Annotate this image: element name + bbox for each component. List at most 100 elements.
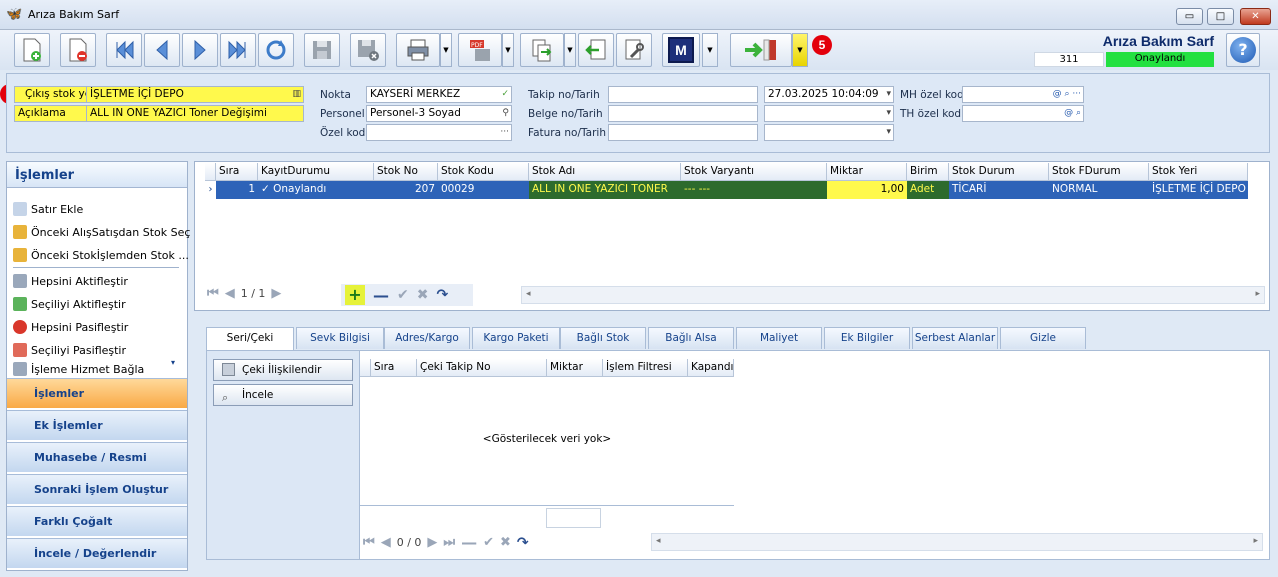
col-kapandi[interactable]: Kapandı bbox=[688, 359, 734, 377]
incele-button[interactable]: ⌕ İncele bbox=[213, 384, 353, 406]
col-stok-kodu[interactable]: Stok Kodu bbox=[438, 163, 529, 181]
cancel-x-icon[interactable]: ✖ bbox=[417, 287, 429, 303]
tab-seri-ceki[interactable]: Seri/Çeki bbox=[206, 327, 294, 351]
nav-ek-islemler[interactable]: Ek İşlemler bbox=[7, 410, 187, 440]
confirm-check-icon[interactable]: ✔ bbox=[483, 535, 494, 550]
delete-document-button[interactable] bbox=[60, 33, 96, 67]
first-page-icon[interactable]: ⏮ bbox=[207, 286, 219, 301]
scroll-left-icon[interactable]: ◂ bbox=[656, 536, 661, 546]
col-stok-durum[interactable]: Stok Durum bbox=[949, 163, 1049, 181]
scroll-right-icon[interactable]: ▸ bbox=[1253, 536, 1258, 546]
pdf-dropdown[interactable]: ▼ bbox=[502, 33, 514, 67]
fatura-tarih-field[interactable]: ▾ bbox=[764, 124, 894, 141]
at-search-icon[interactable]: @ ⌕ ··· bbox=[1053, 87, 1081, 102]
nav-muhasebe[interactable]: Muhasebe / Resmi İşlemler bbox=[7, 442, 187, 494]
previous-record-button[interactable] bbox=[144, 33, 180, 67]
m-dropdown[interactable]: ▼ bbox=[702, 33, 718, 67]
minimize-button[interactable]: ▭ bbox=[1176, 8, 1203, 25]
exit-dropdown[interactable]: ▼ bbox=[792, 33, 808, 67]
chevron-down-icon[interactable]: ▾ bbox=[886, 125, 891, 140]
last-record-button[interactable] bbox=[220, 33, 256, 67]
personel-field[interactable]: Personel-3 Soyad ⚲ bbox=[366, 105, 512, 122]
col-kayit-durumu[interactable]: KayıtDurumu bbox=[258, 163, 374, 181]
cikis-stok-yeri-field[interactable]: İŞLETME İÇİ DEPO ▥ bbox=[86, 86, 304, 103]
ceki-iliskilendir-button[interactable]: Çeki İlişkilendir bbox=[213, 359, 353, 381]
action-add-row[interactable]: Satır Ekle bbox=[13, 199, 83, 219]
new-document-button[interactable] bbox=[14, 33, 50, 67]
expand-chevron-icon[interactable]: ▾ bbox=[171, 358, 175, 367]
undo-icon[interactable]: ↷ bbox=[436, 287, 448, 303]
m-module-button[interactable]: M bbox=[662, 33, 700, 67]
first-record-button[interactable] bbox=[106, 33, 142, 67]
action-link-service[interactable]: İşleme Hizmet Bağla bbox=[13, 362, 144, 376]
tab-adres-kargo[interactable]: Adres/Kargo bbox=[384, 327, 470, 349]
exit-button[interactable] bbox=[730, 33, 792, 67]
nav-islemler[interactable]: İşlemler bbox=[7, 378, 187, 408]
tab-serbest-alanlar[interactable]: Serbest Alanlar bbox=[912, 327, 998, 349]
refresh-button[interactable] bbox=[258, 33, 294, 67]
aciklama-field[interactable]: ALL IN ONE YAZICI Toner Değişimi bbox=[86, 105, 304, 122]
cell-miktar[interactable]: 1,00 bbox=[827, 181, 907, 199]
help-button[interactable]: ? bbox=[1226, 33, 1260, 67]
horizontal-scrollbar[interactable]: ◂ ▸ bbox=[521, 286, 1265, 304]
undo-icon[interactable]: ↷ bbox=[517, 535, 529, 551]
action-select-from-sales[interactable]: Önceki AlışSatışdan Stok Seç bbox=[13, 222, 190, 242]
save-button[interactable] bbox=[304, 33, 340, 67]
col-birim[interactable]: Birim bbox=[907, 163, 949, 181]
remove-row-icon[interactable]: — bbox=[373, 286, 389, 305]
col-stok-adi[interactable]: Stok Adı bbox=[529, 163, 681, 181]
nav-incele[interactable]: İncele / Değerlendir bbox=[7, 538, 187, 568]
ellipsis-icon[interactable]: ··· bbox=[500, 125, 509, 140]
tab-bagli-alsa[interactable]: Bağlı Alsa bbox=[648, 327, 734, 349]
chevron-down-icon[interactable]: ▾ bbox=[886, 87, 891, 102]
col-ceki-takip-no[interactable]: Çeki Takip No bbox=[417, 359, 547, 377]
print-button[interactable] bbox=[396, 33, 440, 67]
nav-farkli-cogalt[interactable]: Farklı Çoğalt bbox=[7, 506, 187, 536]
col-sira[interactable]: Sıra bbox=[216, 163, 258, 181]
th-ozel-kod-field[interactable]: @ ⌕ bbox=[962, 105, 1084, 122]
mh-ozel-kod-field[interactable]: @ ⌕ ··· bbox=[962, 86, 1084, 103]
col-miktar[interactable]: Miktar bbox=[827, 163, 907, 181]
close-button[interactable]: ✕ bbox=[1240, 8, 1271, 25]
maximize-button[interactable]: □ bbox=[1207, 8, 1234, 25]
prev-page-icon[interactable]: ◀ bbox=[225, 286, 235, 301]
takip-tarih-field[interactable]: 27.03.2025 10:04:09 ▾ bbox=[764, 86, 894, 103]
col-islem-filtresi[interactable]: İşlem Filtresi bbox=[603, 359, 688, 377]
action-activate-selected[interactable]: Seçiliyi Aktifleştir bbox=[13, 294, 126, 314]
cancel-x-icon[interactable]: ✖ bbox=[500, 535, 511, 550]
tab-sevk-bilgisi[interactable]: Sevk Bilgisi bbox=[296, 327, 384, 349]
remove-row-icon[interactable]: — bbox=[461, 533, 477, 552]
ozel-kod-field[interactable]: ··· bbox=[366, 124, 512, 141]
at-search-icon[interactable]: @ ⌕ bbox=[1064, 106, 1081, 121]
save-close-button[interactable] bbox=[350, 33, 386, 67]
belge-no-field[interactable] bbox=[608, 105, 758, 122]
export-button[interactable] bbox=[520, 33, 564, 67]
nav-sonraki-islem[interactable]: Sonraki İşlem Oluştur bbox=[7, 474, 187, 504]
prev-page-icon[interactable]: ◀ bbox=[381, 535, 391, 550]
action-deactivate-all[interactable]: Hepsini Pasifleştir bbox=[13, 317, 128, 337]
tab-gizle[interactable]: Gizle bbox=[1000, 327, 1086, 349]
confirm-check-icon[interactable]: ✔ bbox=[397, 287, 409, 303]
next-page-icon[interactable]: ▶ bbox=[427, 535, 437, 550]
belge-tarih-field[interactable]: ▾ bbox=[764, 105, 894, 122]
col-stok-fdurum[interactable]: Stok FDurum bbox=[1049, 163, 1149, 181]
col-miktar[interactable]: Miktar bbox=[547, 359, 603, 377]
col-sira[interactable]: Sıra bbox=[371, 359, 417, 377]
horizontal-scrollbar[interactable]: ◂ ▸ bbox=[651, 533, 1263, 551]
tab-maliyet[interactable]: Maliyet bbox=[736, 327, 822, 349]
settings-tools-button[interactable] bbox=[616, 33, 652, 67]
col-stok-no[interactable]: Stok No bbox=[374, 163, 438, 181]
print-dropdown[interactable]: ▼ bbox=[440, 33, 452, 67]
chevron-down-icon[interactable]: ▾ bbox=[886, 106, 891, 121]
fatura-no-field[interactable] bbox=[608, 124, 758, 141]
action-deactivate-selected[interactable]: Seçiliyi Pasifleştir bbox=[13, 340, 126, 360]
scroll-right-icon[interactable]: ▸ bbox=[1255, 289, 1260, 299]
nokta-field[interactable]: KAYSERİ MERKEZ ✓ bbox=[366, 86, 512, 103]
col-stok-yeri[interactable]: Stok Yeri bbox=[1149, 163, 1248, 181]
action-select-from-stock[interactable]: Önceki Stokİşlemden Stok ... bbox=[13, 245, 189, 265]
next-page-icon[interactable]: ▶ bbox=[271, 286, 281, 301]
next-record-button[interactable] bbox=[182, 33, 218, 67]
add-row-plus-icon[interactable]: + bbox=[345, 285, 365, 305]
tab-ek-bilgiler[interactable]: Ek Bilgiler bbox=[824, 327, 910, 349]
action-activate-all[interactable]: Hepsini Aktifleştir bbox=[13, 271, 128, 291]
